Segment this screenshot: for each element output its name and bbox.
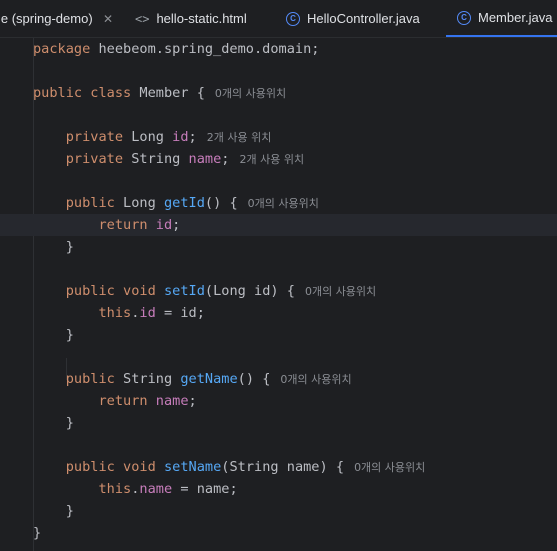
tab-label: hello-static.html <box>156 11 247 26</box>
tab-label: Member.java <box>478 10 553 25</box>
code-line: } <box>65 239 74 255</box>
code-line: public Long getId() {0개의 사용위치 <box>65 195 319 211</box>
usage-hint[interactable]: 0개의 사용위치 <box>248 197 319 210</box>
code-line: return name; <box>98 393 197 409</box>
editor-tab-bar: le (spring-demo) ✕ <> hello-static.html … <box>0 0 557 38</box>
code-content: package heebeom.spring_demo.domain; publ… <box>0 38 557 544</box>
code-line: private String name; 2개 사용 위치 <box>65 151 305 167</box>
code-line: this.id = id; <box>98 305 205 321</box>
usage-hint[interactable]: 2개 사용 위치 <box>207 131 272 144</box>
code-editor[interactable]: package heebeom.spring_demo.domain; publ… <box>0 38 557 551</box>
html-file-icon: <> <box>135 11 150 26</box>
code-line: this.name = name; <box>98 481 238 497</box>
close-icon[interactable]: ✕ <box>103 0 113 37</box>
tab-hello-static-html[interactable]: <> hello-static.html <box>135 0 247 37</box>
tab-label: HelloController.java <box>307 11 420 26</box>
code-line: public void setName(String name) {0개의 사용… <box>65 459 426 475</box>
code-line: public void setId(Long id) {0개의 사용위치 <box>65 283 377 299</box>
code-line: public class Member {0개의 사용위치 <box>33 85 287 101</box>
code-line: } <box>65 327 74 343</box>
code-line: } <box>65 415 74 431</box>
code-line: private Long id; 2개 사용 위치 <box>65 129 272 145</box>
code-line: } <box>65 503 74 519</box>
code-line: package heebeom.spring_demo.domain; <box>33 41 320 57</box>
tab-spring-demo[interactable]: le (spring-demo) <box>0 0 93 37</box>
java-class-icon: C <box>457 10 471 25</box>
usage-hint[interactable]: 2개 사용 위치 <box>239 153 304 166</box>
tab-hello-controller-java[interactable]: C HelloController.java <box>286 0 420 37</box>
tab-member-java[interactable]: C Member.java <box>446 0 557 37</box>
usage-hint[interactable]: 0개의 사용위치 <box>215 87 286 100</box>
code-line-current: return id; <box>0 214 557 236</box>
usage-hint[interactable]: 0개의 사용위치 <box>280 373 351 386</box>
code-line: public String getName() {0개의 사용위치 <box>65 371 352 387</box>
tab-label: le (spring-demo) <box>0 11 93 26</box>
code-line: } <box>33 525 42 541</box>
usage-hint[interactable]: 0개의 사용위치 <box>305 285 376 298</box>
java-class-icon: C <box>286 11 300 26</box>
usage-hint[interactable]: 0개의 사용위치 <box>354 461 425 474</box>
